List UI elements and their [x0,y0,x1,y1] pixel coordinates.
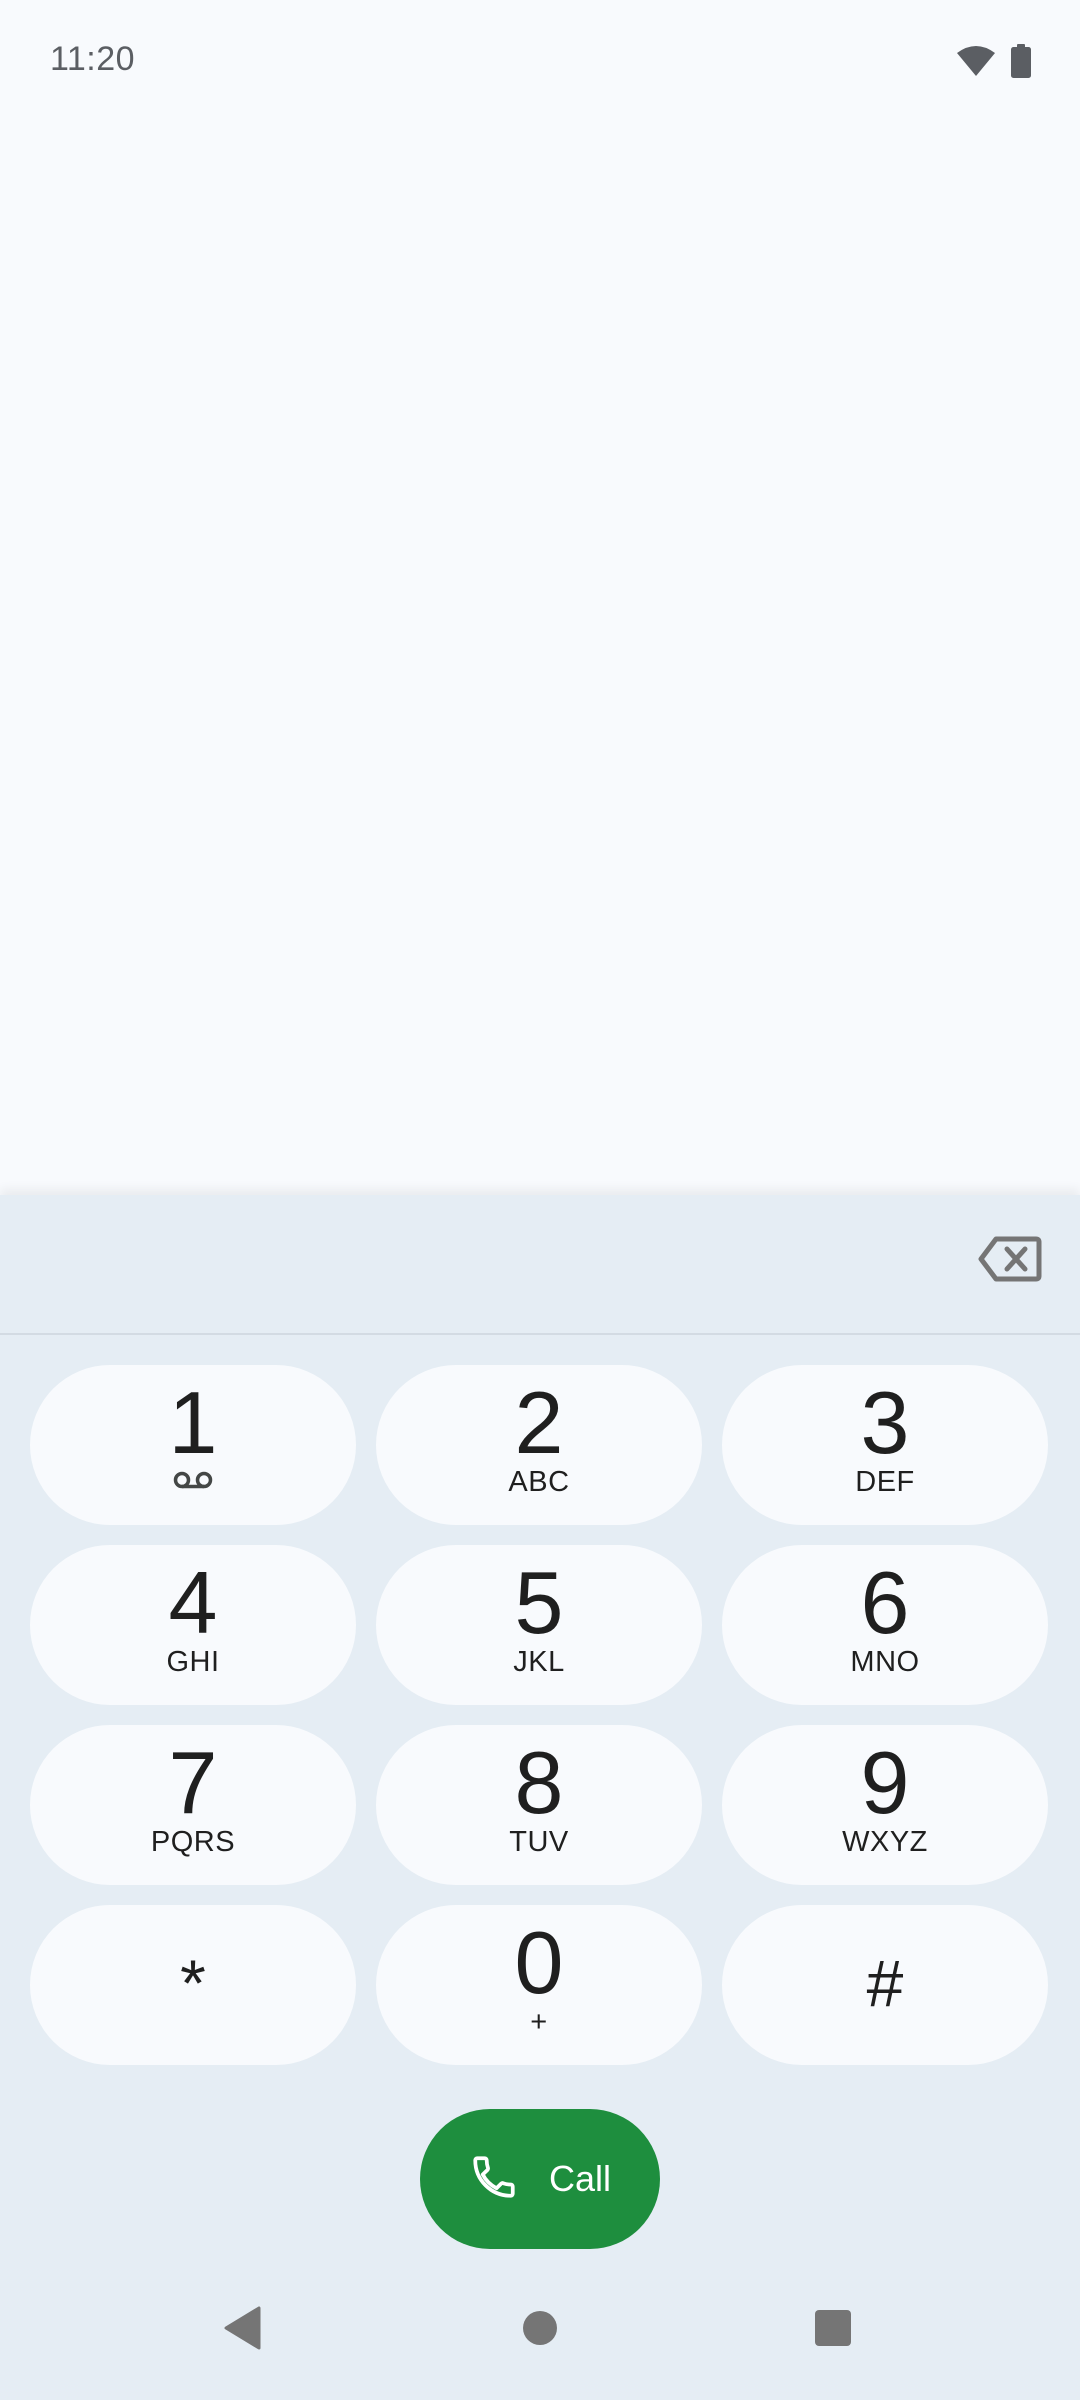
key-digit: 3 [860,1373,910,1472]
backspace-button[interactable] [978,1235,1042,1283]
key-letters: PQRS [150,1826,236,1858]
key-2[interactable]: 2 ABC [376,1365,702,1525]
home-icon [522,2310,558,2351]
key-digit: 2 [514,1373,564,1472]
digits-field[interactable] [60,1225,940,1305]
back-icon [223,2306,263,2355]
key-digit: 7 [168,1733,218,1832]
key-star[interactable]: * [30,1905,356,2065]
key-digit: 6 [860,1553,910,1652]
key-letters: WXYZ [842,1826,928,1858]
home-button[interactable] [500,2290,580,2370]
key-letters: + [530,2006,548,2038]
backspace-icon [978,1236,1042,1287]
key-letters: GHI [166,1646,220,1678]
key-letters: DEF [855,1466,915,1498]
status-bar: 11:20 [0,0,1080,125]
recents-icon [814,2309,852,2352]
phone-screen: 11:20 1 2 ABC 3 DEF 4 GHI 5 JKL 6 MNO 7 … [0,0,1080,2400]
key-6[interactable]: 6 MNO [722,1545,1048,1705]
digits-row [0,1195,1080,1335]
key-letters: MNO [850,1646,920,1678]
key-letters: TUV [509,1826,569,1858]
status-icons [956,44,1032,83]
call-label: Call [548,2158,611,2199]
navigation-bar [0,2260,1080,2400]
key-5[interactable]: 5 JKL [376,1545,702,1705]
recents-button[interactable] [793,2290,873,2370]
call-log-area [0,125,1080,1195]
key-1[interactable]: 1 [30,1365,356,1525]
key-letters: JKL [513,1646,565,1678]
keypad: 1 2 ABC 3 DEF 4 GHI 5 JKL 6 MNO 7 PQRS 8… [30,1365,1050,2065]
key-7[interactable]: 7 PQRS [30,1725,356,1885]
key-digit: 1 [168,1373,218,1472]
key-pound[interactable]: # [722,1905,1048,2065]
status-time: 11:20 [50,40,136,78]
key-8[interactable]: 8 TUV [376,1725,702,1885]
key-digit: 8 [514,1733,564,1832]
key-symbol: * [180,1946,206,2020]
voicemail-icon [173,1471,213,1494]
key-digit: 5 [514,1553,564,1652]
key-9[interactable]: 9 WXYZ [722,1725,1048,1885]
key-4[interactable]: 4 GHI [30,1545,356,1705]
call-button[interactable]: Call [420,2109,660,2249]
key-digit: 4 [168,1553,218,1652]
key-letters: ABC [508,1466,570,1498]
key-digit: 9 [860,1733,910,1832]
dialpad: 1 2 ABC 3 DEF 4 GHI 5 JKL 6 MNO 7 PQRS 8… [0,1195,1080,2400]
wifi-icon [956,45,996,82]
key-symbol: # [866,1946,904,2020]
key-0[interactable]: 0 + [376,1905,702,2065]
battery-icon [1010,44,1032,83]
key-digit: 0 [514,1913,564,2012]
phone-icon [469,2152,519,2207]
key-3[interactable]: 3 DEF [722,1365,1048,1525]
back-button[interactable] [203,2290,283,2370]
